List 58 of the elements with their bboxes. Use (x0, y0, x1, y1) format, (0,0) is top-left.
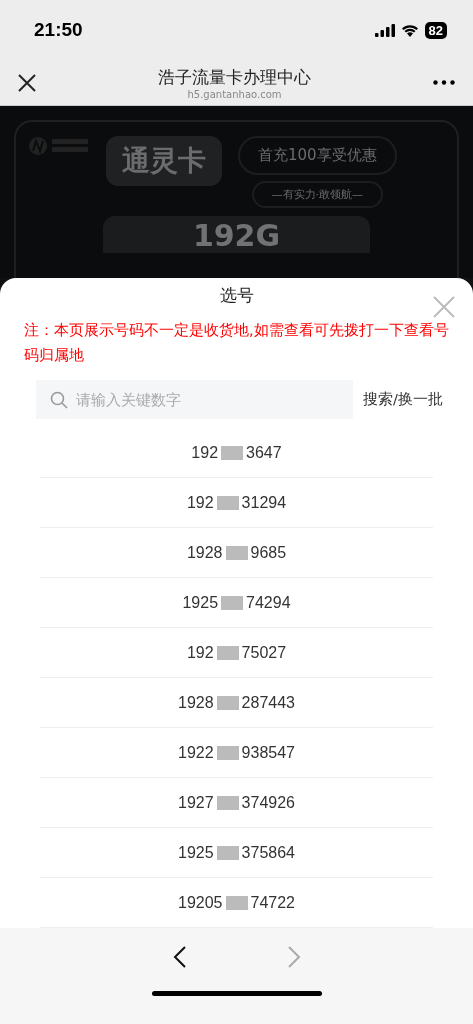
number-tail: 74722 (250, 893, 295, 912)
number-head: 192 (186, 493, 214, 512)
number-option[interactable]: 1928 287443 (40, 678, 433, 728)
search-icon (50, 391, 68, 409)
redaction-mark (221, 595, 244, 610)
wifi-icon (400, 23, 419, 37)
redaction-mark (216, 795, 239, 810)
number-head: 192 (191, 443, 219, 462)
search-button[interactable]: 搜索/换一批 (363, 390, 443, 409)
search-field[interactable]: 请输入关键数字 (36, 380, 354, 419)
number-option[interactable]: 1922 938547 (40, 728, 433, 778)
close-icon[interactable] (18, 73, 36, 92)
number-head: 1928 (178, 693, 214, 712)
number-tail: 938547 (241, 743, 295, 762)
sheet-title: 选号 (219, 283, 254, 307)
number-head: 1925 (178, 843, 214, 862)
slogan-badge: —有实力·敢领航— (251, 181, 384, 208)
page-title: 浩子流量卡办理中心 (158, 65, 311, 89)
number-head: 1925 (182, 593, 219, 612)
number-option[interactable]: 1925 74294 (40, 578, 433, 628)
back-button[interactable] (172, 945, 187, 969)
card-name: 通灵卡 (106, 136, 222, 186)
number-option[interactable]: 192 75027 (40, 628, 433, 678)
page-url: h5.gantanhao.com (187, 88, 282, 100)
redaction-mark (225, 895, 248, 910)
redaction-mark (216, 695, 239, 710)
number-tail: 3647 (246, 443, 282, 462)
signal-icon (374, 23, 395, 37)
promo-badge: 首充100享受优惠 (238, 136, 397, 175)
number-option[interactable]: 192 3647 (40, 428, 433, 478)
notice-text: 注：本页展示号码不一定是收货地,如需查看可先拨打一下查看号码归属地 (24, 321, 449, 365)
number-tail: 31294 (241, 493, 287, 512)
redaction-mark (216, 495, 239, 510)
number-option[interactable]: 192 31294 (40, 478, 433, 528)
number-tail: 9685 (250, 543, 287, 562)
number-tail: 287443 (241, 693, 295, 712)
battery-indicator: 82 (424, 21, 447, 39)
redaction-mark (221, 445, 244, 460)
redaction-mark (216, 845, 239, 860)
redaction-mark (216, 745, 239, 760)
number-head: 192 (186, 643, 214, 662)
data-amount: 192G (102, 216, 371, 253)
number-option[interactable]: 1927 374926 (40, 778, 433, 828)
number-tail: 75027 (241, 643, 287, 662)
logo-icon (28, 136, 90, 156)
number-tail: 74294 (246, 593, 291, 612)
number-head: 19205 (178, 893, 223, 912)
number-head: 1927 (178, 793, 214, 812)
number-tail: 375864 (241, 843, 295, 862)
redaction-mark (225, 545, 248, 560)
number-tail: 374926 (241, 793, 295, 812)
status-time: 21:50 (34, 19, 83, 41)
number-head: 1922 (178, 743, 214, 762)
number-option[interactable]: 1928 9685 (40, 528, 433, 578)
redaction-mark (216, 645, 239, 660)
more-icon[interactable] (433, 80, 455, 85)
number-option[interactable]: 1925 375864 (40, 828, 433, 878)
number-head: 1928 (186, 543, 223, 562)
